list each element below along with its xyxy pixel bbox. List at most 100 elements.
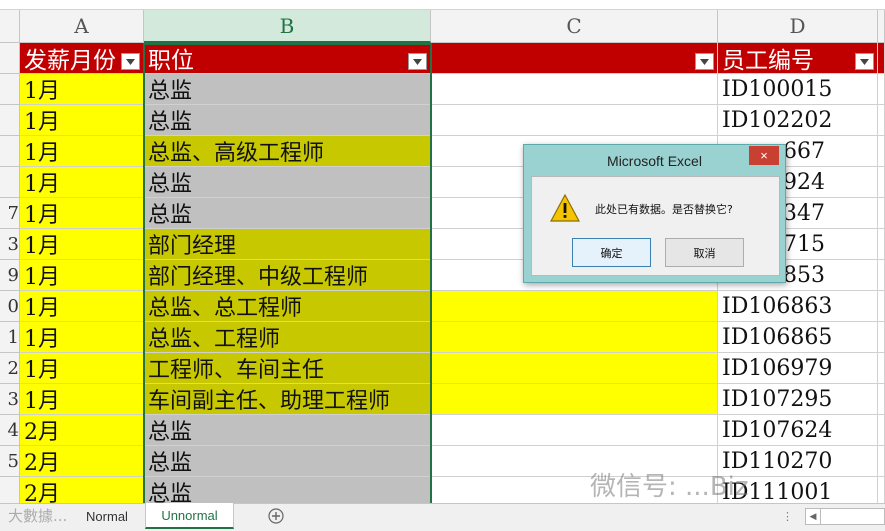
dialog-message: 此处已有数据。是否替换它? [595, 203, 733, 216]
warning-icon [550, 194, 580, 222]
cell-e[interactable] [878, 260, 885, 291]
row-header[interactable]: 5 [0, 446, 20, 477]
cell-e[interactable] [878, 229, 885, 260]
header-cell-employee-id[interactable]: 员工编号 [718, 43, 878, 74]
column-header-a[interactable]: A [20, 10, 144, 43]
filter-dropdown-icon[interactable] [408, 53, 427, 70]
cancel-button[interactable]: 取消 [665, 238, 744, 267]
replace-data-dialog: Microsoft Excel × 此处已有数据。是否替换它? 确定 取消 [523, 144, 786, 283]
cell-pay-month[interactable]: 1月 [20, 353, 144, 384]
row-header[interactable] [0, 74, 20, 105]
cell-employee-id[interactable]: ID107624 [718, 415, 878, 446]
column-header-d[interactable]: D [718, 10, 878, 43]
cell-pay-month[interactable]: 1月 [20, 136, 144, 167]
header-label: 员工编号 [722, 48, 814, 74]
cell-employee-id[interactable]: ID106865 [718, 322, 878, 353]
select-all-corner[interactable] [0, 10, 20, 43]
header-cell-c[interactable] [431, 43, 718, 74]
header-label: 发薪月份 [24, 48, 116, 74]
cell-c[interactable] [431, 384, 718, 415]
cell-e[interactable] [878, 353, 885, 384]
tab-unnormal[interactable]: Unnormal [145, 503, 234, 529]
row-header[interactable]: 1 [0, 322, 20, 353]
filter-dropdown-icon[interactable] [695, 53, 714, 70]
cell-c[interactable] [431, 105, 718, 136]
row-header[interactable]: 0 [0, 291, 20, 322]
cell-pay-month[interactable]: 1月 [20, 198, 144, 229]
cell-c[interactable] [431, 74, 718, 105]
column-header-e[interactable] [878, 10, 885, 43]
cell-position[interactable]: 总监 [144, 74, 431, 105]
cell-pay-month[interactable]: 1月 [20, 384, 144, 415]
plus-icon [268, 508, 284, 524]
ok-button[interactable]: 确定 [572, 238, 651, 267]
cell-position[interactable]: 总监 [144, 105, 431, 136]
cell-pay-month[interactable]: 1月 [20, 322, 144, 353]
cell-e[interactable] [878, 415, 885, 446]
filter-dropdown-icon[interactable] [855, 53, 874, 70]
cell-pay-month[interactable]: 1月 [20, 260, 144, 291]
cell-position[interactable]: 部门经理、中级工程师 [144, 260, 431, 291]
row-header[interactable] [0, 43, 20, 74]
cell-e[interactable] [878, 446, 885, 477]
cell-e[interactable] [878, 74, 885, 105]
cell-pay-month[interactable]: 2月 [20, 415, 144, 446]
cell-c[interactable] [431, 291, 718, 322]
cell-position[interactable]: 总监 [144, 446, 431, 477]
cell-c[interactable] [431, 353, 718, 384]
cell-e[interactable] [878, 167, 885, 198]
row-header[interactable]: 2 [0, 353, 20, 384]
row-header[interactable]: 7 [0, 198, 20, 229]
header-cell-position[interactable]: 职位 [144, 43, 431, 74]
cell-c[interactable] [431, 322, 718, 353]
cell-pay-month[interactable]: 1月 [20, 74, 144, 105]
cell-e[interactable] [878, 322, 885, 353]
cell-pay-month[interactable]: 1月 [20, 105, 144, 136]
cell-pay-month[interactable]: 1月 [20, 167, 144, 198]
cell-e[interactable] [878, 198, 885, 229]
row-header[interactable] [0, 136, 20, 167]
cell-employee-id[interactable]: ID107295 [718, 384, 878, 415]
cell-employee-id[interactable]: ID100015 [718, 74, 878, 105]
top-strip [0, 0, 885, 10]
watermark-text: 微信号: ...Biz [590, 472, 749, 502]
cell-e[interactable] [878, 136, 885, 167]
cell-employee-id[interactable]: ID106863 [718, 291, 878, 322]
cell-employee-id[interactable]: ID106979 [718, 353, 878, 384]
add-sheet-icon[interactable] [266, 503, 286, 529]
cell-e[interactable] [878, 291, 885, 322]
filter-dropdown-icon[interactable] [121, 53, 140, 70]
cell-position[interactable]: 总监 [144, 415, 431, 446]
cell-position[interactable]: 部门经理 [144, 229, 431, 260]
row-header[interactable] [0, 105, 20, 136]
scroll-left-icon[interactable]: ◀ [806, 509, 821, 524]
column-header-b[interactable]: B [144, 10, 431, 43]
corner-watermark: 大數據... [8, 507, 68, 525]
cell-position[interactable]: 总监 [144, 167, 431, 198]
horizontal-scrollbar[interactable]: ◀ [805, 508, 885, 525]
row-header[interactable]: 4 [0, 415, 20, 446]
row-header[interactable]: 3 [0, 384, 20, 415]
row-header[interactable]: 9 [0, 260, 20, 291]
ellipsis-icon[interactable]: ⋮ [782, 510, 798, 524]
tab-normal[interactable]: Normal [72, 503, 142, 529]
cell-employee-id[interactable]: ID102202 [718, 105, 878, 136]
cell-pay-month[interactable]: 1月 [20, 291, 144, 322]
header-cell-e[interactable] [878, 43, 885, 74]
close-icon[interactable]: × [749, 146, 779, 165]
cell-position[interactable]: 总监、工程师 [144, 322, 431, 353]
cell-position[interactable]: 车间副主任、助理工程师 [144, 384, 431, 415]
row-header[interactable] [0, 167, 20, 198]
cell-position[interactable]: 工程师、车间主任 [144, 353, 431, 384]
cell-position[interactable]: 总监 [144, 198, 431, 229]
cell-e[interactable] [878, 384, 885, 415]
cell-position[interactable]: 总监、总工程师 [144, 291, 431, 322]
cell-position[interactable]: 总监、高级工程师 [144, 136, 431, 167]
column-header-c[interactable]: C [431, 10, 718, 43]
cell-pay-month[interactable]: 2月 [20, 446, 144, 477]
row-header[interactable]: 3 [0, 229, 20, 260]
cell-e[interactable] [878, 105, 885, 136]
header-cell-pay-month[interactable]: 发薪月份 [20, 43, 144, 74]
cell-c[interactable] [431, 415, 718, 446]
cell-pay-month[interactable]: 1月 [20, 229, 144, 260]
